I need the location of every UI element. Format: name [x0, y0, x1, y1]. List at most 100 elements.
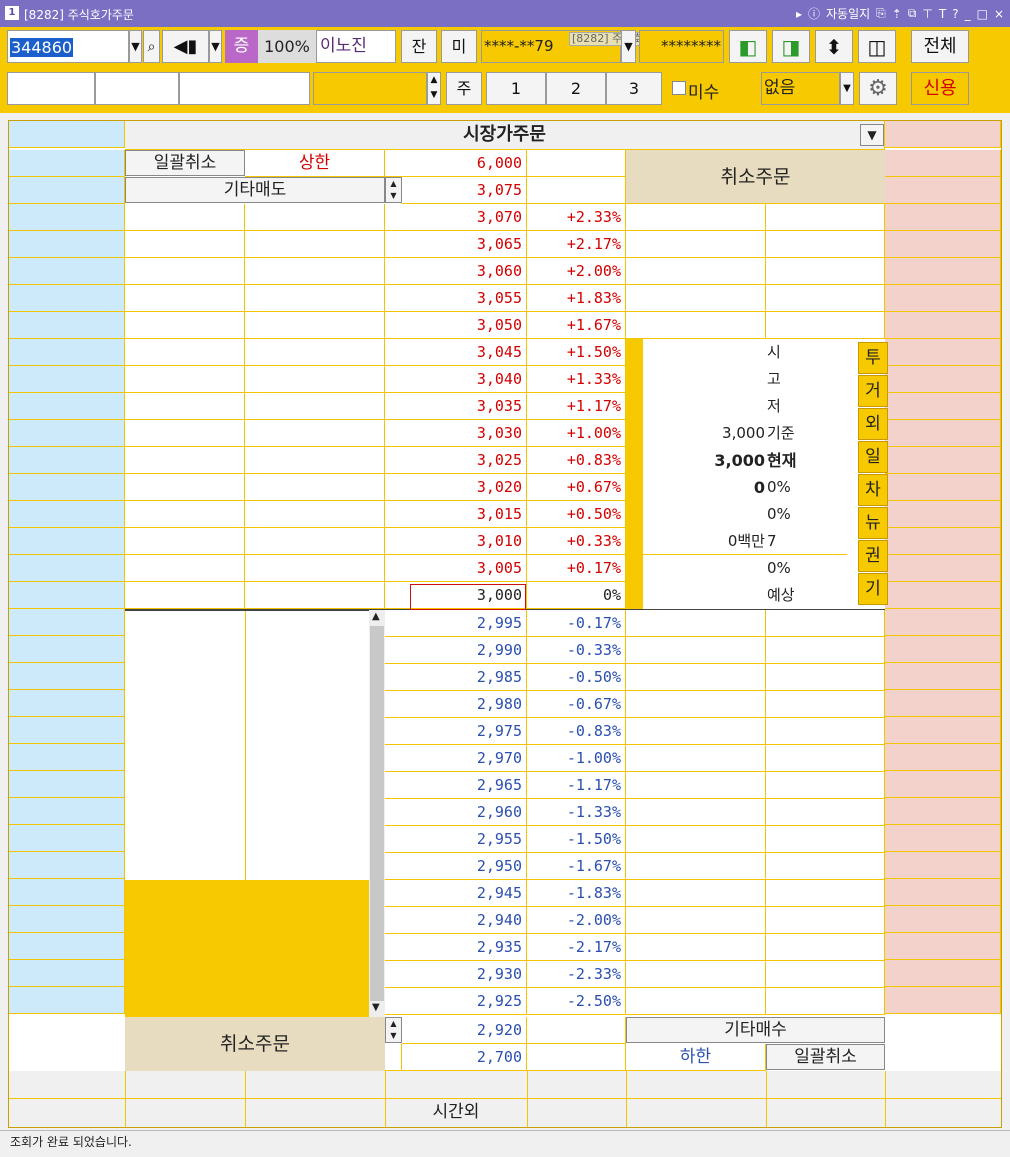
- ask-sell-qty-cell[interactable]: [125, 555, 245, 582]
- side-trade-button[interactable]: 거: [858, 375, 888, 407]
- ask-price[interactable]: 3,065: [385, 231, 527, 258]
- sell-order-queue-cell[interactable]: [9, 663, 125, 690]
- bid-price[interactable]: 2,980: [385, 691, 527, 718]
- sell-order-queue-cell[interactable]: [9, 609, 125, 636]
- ask-price[interactable]: 3,055: [385, 285, 527, 312]
- balance-button[interactable]: 잔: [401, 30, 437, 63]
- ask-volume-cell[interactable]: [245, 285, 385, 312]
- preset-1-button[interactable]: 1: [486, 72, 546, 105]
- ask-volume-cell[interactable]: [245, 474, 385, 501]
- sell-order-queue-cell[interactable]: [9, 366, 125, 393]
- buy-order-queue-cell[interactable]: [885, 285, 1001, 312]
- buy-order-queue-cell[interactable]: [885, 933, 1001, 960]
- sell-order-queue-cell[interactable]: [9, 231, 125, 258]
- bid-price[interactable]: 2,955: [385, 826, 527, 853]
- buy-order-queue-cell[interactable]: [885, 636, 1001, 663]
- sell-order-queue-cell[interactable]: [9, 798, 125, 825]
- buy-order-queue-cell[interactable]: [885, 474, 1001, 501]
- buy-order-queue-cell[interactable]: [885, 879, 1001, 906]
- scroll-up-icon[interactable]: ▲: [372, 611, 380, 622]
- pin-top-icon[interactable]: ⇡: [892, 7, 902, 21]
- account-dropdown-icon[interactable]: ▼: [621, 30, 636, 63]
- sell-order-queue-cell[interactable]: [9, 420, 125, 447]
- ask-sell-qty-cell[interactable]: [125, 366, 245, 393]
- quantity-field-1[interactable]: [7, 72, 95, 105]
- ask-volume-cell[interactable]: [245, 447, 385, 474]
- buy-order-queue-cell[interactable]: [885, 393, 1001, 420]
- ask-price[interactable]: 3,005: [385, 555, 527, 582]
- bid-buy-qty-cell[interactable]: [626, 799, 766, 826]
- text-icon[interactable]: T: [939, 7, 946, 21]
- sell-order-queue-cell[interactable]: [9, 555, 125, 582]
- quantity-field-3[interactable]: [179, 72, 310, 105]
- bid-price[interactable]: 2,945: [385, 880, 527, 907]
- ask-buy-volume-cell[interactable]: [766, 258, 885, 285]
- option-select[interactable]: 없음: [761, 72, 840, 105]
- ask-price[interactable]: 3,070: [385, 204, 527, 231]
- buy-order-queue-cell[interactable]: [885, 555, 1001, 582]
- scroll-down-icon[interactable]: ▼: [372, 1002, 380, 1013]
- all-button[interactable]: 전체: [911, 30, 969, 63]
- bid-buy-qty-cell[interactable]: [626, 637, 766, 664]
- ask-price[interactable]: 3,050: [385, 312, 527, 339]
- buy-order-queue-cell[interactable]: [885, 528, 1001, 555]
- buy-order-queue-cell[interactable]: [885, 258, 1001, 285]
- bid-buy-qty-cell[interactable]: [626, 718, 766, 745]
- ask-buy-volume-cell[interactable]: [766, 231, 885, 258]
- bid-buy-volume-cell[interactable]: [766, 961, 885, 988]
- stock-code-input[interactable]: 344860: [7, 30, 129, 63]
- sell-order-queue-cell[interactable]: [9, 204, 125, 231]
- bid-buy-qty-cell[interactable]: [626, 934, 766, 961]
- sell-order-queue-cell[interactable]: [9, 339, 125, 366]
- vertical-resize-icon[interactable]: ⬍: [815, 30, 853, 63]
- bid-buy-qty-cell[interactable]: [626, 691, 766, 718]
- share-unit-button[interactable]: 주: [446, 72, 482, 105]
- bid-buy-qty-cell[interactable]: [626, 610, 766, 637]
- buy-order-queue-cell[interactable]: [885, 150, 1001, 177]
- buy-order-queue-cell[interactable]: [885, 339, 1001, 366]
- password-input[interactable]: ********: [639, 30, 724, 63]
- ask-price[interactable]: 3,025: [385, 447, 527, 474]
- sell-order-queue-cell[interactable]: [9, 501, 125, 528]
- side-daily-button[interactable]: 일: [858, 441, 888, 473]
- bottom-stepper[interactable]: ▲ ▼: [385, 1017, 402, 1043]
- bid-buy-qty-cell[interactable]: [626, 988, 766, 1015]
- buy-order-queue-cell[interactable]: [885, 717, 1001, 744]
- current-sell-qty-cell[interactable]: [125, 582, 245, 609]
- bid-price[interactable]: 2,930: [385, 961, 527, 988]
- info-icon[interactable]: ⓘ: [808, 5, 820, 22]
- sell-order-queue-cell[interactable]: [9, 717, 125, 744]
- bid-buy-volume-cell[interactable]: [766, 826, 885, 853]
- current-volume-cell[interactable]: [245, 582, 385, 609]
- ask-price[interactable]: 3,060: [385, 258, 527, 285]
- scrollbar-thumb[interactable]: [370, 626, 384, 1001]
- maximize-icon[interactable]: □: [977, 7, 988, 21]
- sell-order-queue-cell[interactable]: [9, 474, 125, 501]
- buy-order-queue-cell[interactable]: [885, 582, 1001, 609]
- bid-price[interactable]: 2,995: [385, 610, 527, 637]
- sell-order-queue-cell[interactable]: [9, 690, 125, 717]
- bid-buy-volume-cell[interactable]: [766, 988, 885, 1015]
- ask-volume-cell[interactable]: [245, 501, 385, 528]
- buy-order-queue-cell[interactable]: [885, 906, 1001, 933]
- cancel-order-bottom-button[interactable]: 취소주문: [125, 1017, 385, 1071]
- ask-volume-cell[interactable]: [245, 258, 385, 285]
- side-other-button[interactable]: 기: [858, 573, 888, 605]
- minimize-icon[interactable]: _: [965, 7, 971, 21]
- bid-price[interactable]: 2,975: [385, 718, 527, 745]
- search-icon[interactable]: ⌕: [143, 30, 160, 63]
- bid-buy-qty-cell[interactable]: [626, 961, 766, 988]
- bid-price[interactable]: 2,925: [385, 988, 527, 1015]
- buy-order-queue-cell[interactable]: [885, 744, 1001, 771]
- other-sell-stepper[interactable]: ▲ ▼: [385, 177, 402, 203]
- buy-order-queue-cell[interactable]: [885, 366, 1001, 393]
- sell-order-queue-cell[interactable]: [9, 906, 125, 933]
- bid-buy-volume-cell[interactable]: [766, 799, 885, 826]
- misu-checkbox[interactable]: [672, 81, 686, 95]
- bid-buy-volume-cell[interactable]: [766, 610, 885, 637]
- sell-order-queue-cell[interactable]: [9, 528, 125, 555]
- ask-sell-qty-cell[interactable]: [125, 231, 245, 258]
- help-icon[interactable]: ?: [952, 7, 958, 21]
- ask-volume-cell[interactable]: [245, 231, 385, 258]
- bid-buy-qty-cell[interactable]: [626, 745, 766, 772]
